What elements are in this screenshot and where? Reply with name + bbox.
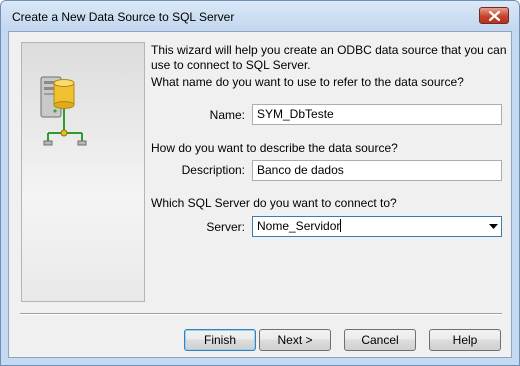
dialog-body: This wizard will help you create an ODBC… <box>8 31 512 358</box>
wizard-side-panel <box>21 42 145 302</box>
close-icon <box>489 11 500 21</box>
text-caret <box>340 219 342 232</box>
name-field[interactable]: SYM_DbTeste <box>252 104 502 125</box>
cancel-button[interactable]: Cancel <box>344 329 416 351</box>
database-server-icon <box>40 76 87 146</box>
description-field[interactable]: Banco de dados <box>252 160 502 181</box>
close-button[interactable] <box>479 7 509 24</box>
next-button[interactable]: Next > <box>259 329 331 351</box>
window-title: Create a New Data Source to SQL Server <box>12 10 235 24</box>
server-label: Server: <box>206 220 245 234</box>
title-bar[interactable]: Create a New Data Source to SQL Server <box>1 1 519 31</box>
dialog-window: Create a New Data Source to SQL Server T… <box>0 0 520 366</box>
description-question: How do you want to describe the data sou… <box>151 141 398 155</box>
description-label: Description: <box>181 163 245 177</box>
wizard-intro-text: This wizard will help you create an ODBC… <box>151 43 507 72</box>
server-value: Nome_Servidor <box>257 219 341 233</box>
server-combobox[interactable]: Nome_Servidor <box>252 216 502 237</box>
help-button[interactable]: Help <box>429 329 501 351</box>
name-question: What name do you want to use to refer to… <box>151 75 464 89</box>
server-question: Which SQL Server do you want to connect … <box>151 196 397 210</box>
chevron-down-icon[interactable] <box>489 224 498 229</box>
button-divider <box>20 313 502 315</box>
name-label: Name: <box>209 108 245 122</box>
finish-button[interactable]: Finish <box>184 329 256 351</box>
